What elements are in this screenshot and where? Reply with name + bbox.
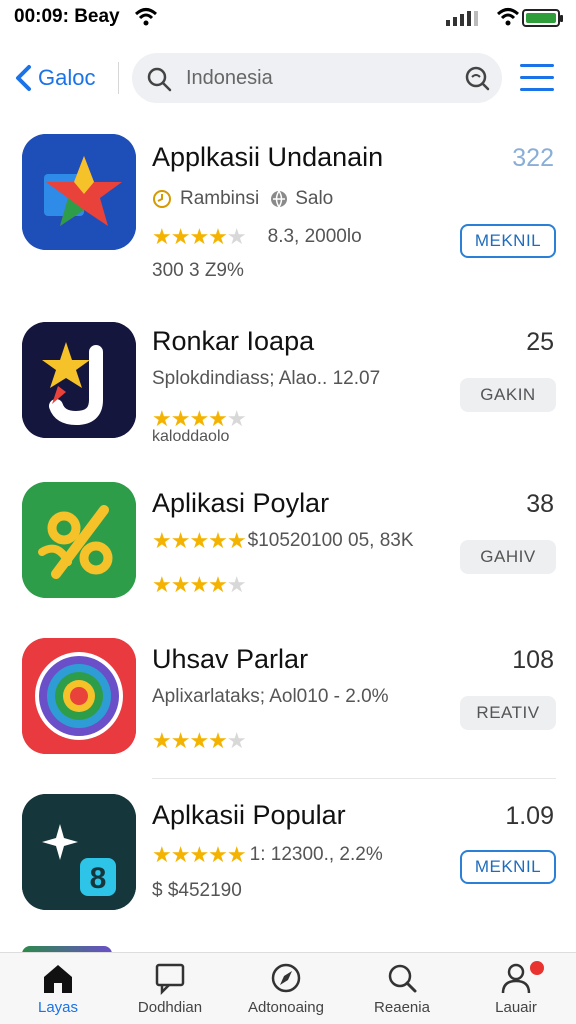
- status-bar: 00:09: Beay: [0, 0, 576, 40]
- tab-search[interactable]: Reaenia: [352, 961, 452, 1023]
- tab-explore[interactable]: Adtonoaing: [236, 961, 336, 1023]
- clock-icon: [153, 190, 171, 208]
- app-icon: [22, 482, 136, 598]
- compass-icon: [271, 963, 301, 993]
- search-input[interactable]: [186, 63, 446, 93]
- tab-label: Adtonoaing: [248, 999, 324, 1016]
- get-button[interactable]: MEKNIL: [460, 224, 556, 258]
- app-seller: Salo: [295, 188, 334, 209]
- rating-text: $10520100 05, 83K: [247, 530, 414, 551]
- tab-label: Dodhdian: [137, 999, 203, 1016]
- battery-icon: [522, 9, 563, 27]
- signal-icon: [446, 11, 478, 26]
- rating-text: 8.3, 2000lo: [267, 226, 362, 247]
- app-rank: 1.09: [505, 802, 554, 830]
- app-icon: [22, 638, 136, 754]
- app-meta: Rambinsi Salo: [152, 188, 333, 210]
- rating-stars: ★★★★★ 1: 12300., 2.2%: [152, 842, 383, 867]
- app-category: Rambinsi: [180, 188, 260, 209]
- tab-profile[interactable]: Lauair: [466, 961, 566, 1023]
- person-icon: [501, 963, 531, 994]
- get-button[interactable]: GAKIN: [460, 378, 556, 412]
- get-button[interactable]: MEKNIL: [460, 850, 556, 884]
- home-icon: [44, 965, 72, 993]
- top-nav: Galoc: [0, 50, 576, 106]
- nav-divider: [118, 62, 119, 94]
- globe-icon: [271, 190, 288, 208]
- status-time: 00:09: Beay: [14, 6, 120, 27]
- app-subtitle: Aplixarlataks; Aol010 - 2.0%: [152, 686, 389, 707]
- list-divider: [152, 778, 556, 779]
- svg-text:8: 8: [90, 862, 107, 895]
- wifi-icon: [496, 8, 520, 26]
- app-rank: 322: [512, 144, 554, 172]
- app-name: Ronkar Ioapa: [152, 326, 315, 356]
- tab-label: Reaenia: [374, 999, 430, 1016]
- app-icon: [22, 322, 136, 438]
- app-subtitle: Splokdindiass; Alao.. 12.07: [152, 368, 381, 389]
- app-rank: 25: [526, 328, 554, 356]
- app-rank: 38: [526, 490, 554, 518]
- app-icon: 8: [22, 794, 136, 910]
- app-extra: kaloddaolo: [152, 428, 230, 445]
- get-button[interactable]: GAHIV: [460, 540, 556, 574]
- app-name: Uhsav Parlar: [152, 644, 309, 674]
- tab-label: Lauair: [495, 999, 537, 1016]
- tab-chat[interactable]: Dodhdian: [120, 961, 220, 1023]
- search-icon: [147, 67, 172, 92]
- tab-label: Layas: [37, 999, 79, 1016]
- app-rank: 108: [512, 646, 554, 674]
- rating-stars-secondary: ★★★★ ★: [152, 572, 247, 597]
- search-bar[interactable]: [132, 53, 502, 103]
- search-icon: [388, 964, 417, 993]
- rating-stars: ★★★★ ★ 8.3, 2000lo: [152, 224, 362, 249]
- tab-bar: Layas Dodhdian Adtonoaing Reaenia Lauair: [0, 952, 576, 1024]
- back-button[interactable]: Galoc: [14, 60, 95, 96]
- get-button[interactable]: REATIV: [460, 696, 556, 730]
- app-name: Aplikasi Poylar: [152, 488, 330, 518]
- search-icon[interactable]: [464, 65, 490, 91]
- rating-stars: ★★★★★ $10520100 05, 83K: [152, 528, 414, 553]
- app-downloads: 300 3 Z9%: [152, 260, 244, 281]
- tab-home[interactable]: Layas: [8, 961, 108, 1023]
- app-name: Aplkasii Popular: [152, 800, 346, 830]
- notification-badge: [530, 961, 544, 975]
- back-label: Galoc: [38, 65, 96, 90]
- app-price: $ $452190: [152, 880, 242, 901]
- menu-button[interactable]: [520, 64, 554, 92]
- rating-text: 1: 12300., 2.2%: [249, 844, 383, 865]
- menu-icon: [520, 64, 554, 67]
- rating-stars: ★★★★ ★: [152, 728, 247, 753]
- chevron-left-icon: [16, 65, 31, 91]
- chat-icon: [155, 963, 185, 995]
- wifi-icon: [134, 8, 158, 26]
- app-icon: [22, 134, 136, 250]
- app-name: Applkasii Undanain: [152, 142, 384, 172]
